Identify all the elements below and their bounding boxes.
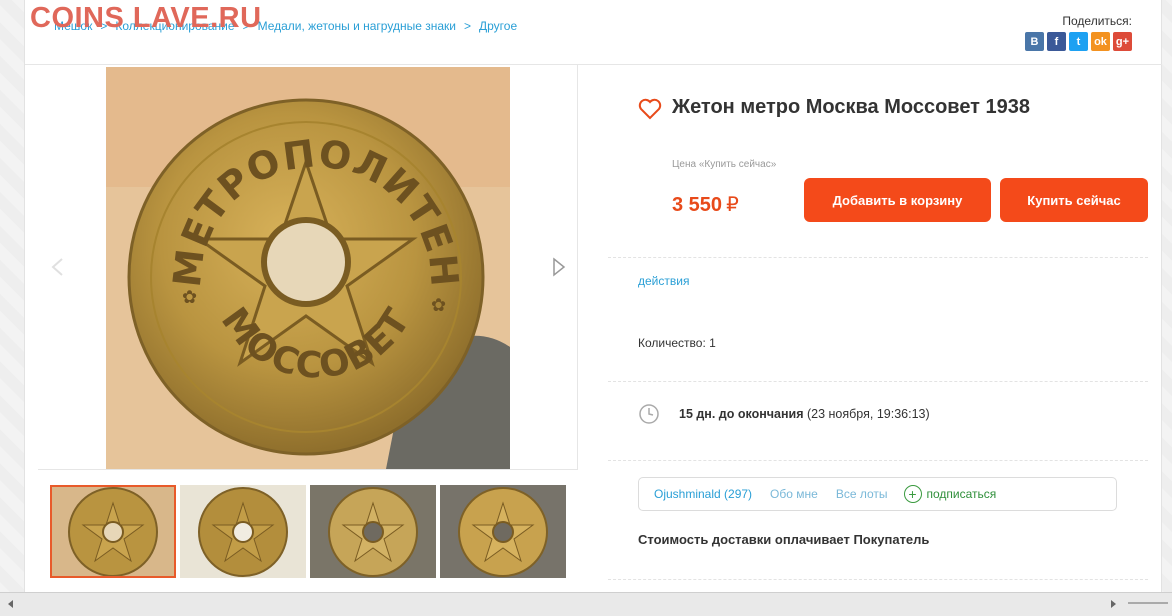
price: 3 550 ₽ xyxy=(672,192,739,217)
actions-link[interactable]: действия xyxy=(638,274,689,288)
add-to-cart-button[interactable]: Добавить в корзину xyxy=(804,178,991,222)
currency-symbol: ₽ xyxy=(726,194,739,216)
divider xyxy=(608,257,1148,258)
divider xyxy=(608,460,1148,461)
quantity-text: Количество: 1 xyxy=(638,336,716,350)
google-plus-icon[interactable]: g+ xyxy=(1113,32,1132,51)
divider xyxy=(608,381,1148,382)
watermark: COINS LAVE.RU xyxy=(30,2,262,34)
svg-text:✿: ✿ xyxy=(431,295,446,315)
breadcrumb-item[interactable]: Другое xyxy=(479,19,517,33)
share-icons: Вf t ok g+ xyxy=(1025,32,1132,51)
about-seller-link[interactable]: Обо мне xyxy=(770,487,818,501)
facebook-icon[interactable]: f xyxy=(1047,32,1066,51)
price-value: 3 550 xyxy=(672,194,723,216)
scroll-thumb[interactable] xyxy=(1128,602,1168,604)
thumbnail[interactable] xyxy=(50,485,176,578)
thumbnail[interactable] xyxy=(310,485,436,578)
breadcrumb-separator: > xyxy=(463,19,471,33)
share-label: Поделиться: xyxy=(1062,14,1132,28)
time-left-days: 15 дн. до окончания xyxy=(679,407,804,421)
seller-bar: Ojushminald (297) Обо мне Все лоты + под… xyxy=(638,477,1117,511)
thumbnail[interactable] xyxy=(180,485,306,578)
heart-icon[interactable] xyxy=(638,98,662,120)
photo-gallery: МЕТРОПОЛИТЕН МОССОВЕТ ✿ ✿ xyxy=(38,65,578,470)
scroll-right-icon[interactable] xyxy=(1110,599,1118,609)
clock-icon xyxy=(639,404,659,424)
svg-text:✿: ✿ xyxy=(182,287,197,307)
subscribe-button[interactable]: + подписаться xyxy=(903,485,997,503)
next-photo-icon[interactable] xyxy=(552,257,566,277)
delivery-info: Стоимость доставки оплачивает Покупатель xyxy=(638,532,930,547)
seller-name-link[interactable]: Ojushminald (297) xyxy=(654,487,752,501)
vk-icon[interactable]: В xyxy=(1025,32,1044,51)
horizontal-scrollbar[interactable] xyxy=(0,592,1172,616)
all-lots-link[interactable]: Все лоты xyxy=(836,487,888,501)
plus-icon: + xyxy=(903,485,922,503)
time-left: 15 дн. до окончания (23 ноября, 19:36:13… xyxy=(679,407,930,421)
thumbnail-strip xyxy=(50,485,566,578)
price-label: Цена «Купить сейчас» xyxy=(672,159,777,170)
prev-photo-icon[interactable] xyxy=(50,257,64,277)
twitter-icon[interactable]: t xyxy=(1069,32,1088,51)
end-date: (23 ноября, 19:36:13) xyxy=(806,407,930,421)
scroll-left-icon[interactable] xyxy=(6,599,14,609)
subscribe-label: подписаться xyxy=(926,487,997,501)
share-block: Поделиться: Вf t ok g+ xyxy=(1025,14,1132,51)
main-photo[interactable]: МЕТРОПОЛИТЕН МОССОВЕТ ✿ ✿ xyxy=(106,67,510,469)
product-title: Жетон метро Москва Моссовет 1938 xyxy=(672,96,1031,118)
odnoklassniki-icon[interactable]: ok xyxy=(1091,32,1110,51)
divider xyxy=(608,579,1148,580)
buy-now-button[interactable]: Купить сейчас xyxy=(1000,178,1148,222)
thumbnail[interactable] xyxy=(440,485,566,578)
breadcrumb-item[interactable]: Медали, жетоны и нагрудные знаки xyxy=(258,19,456,33)
expand-icon[interactable] xyxy=(526,85,562,121)
